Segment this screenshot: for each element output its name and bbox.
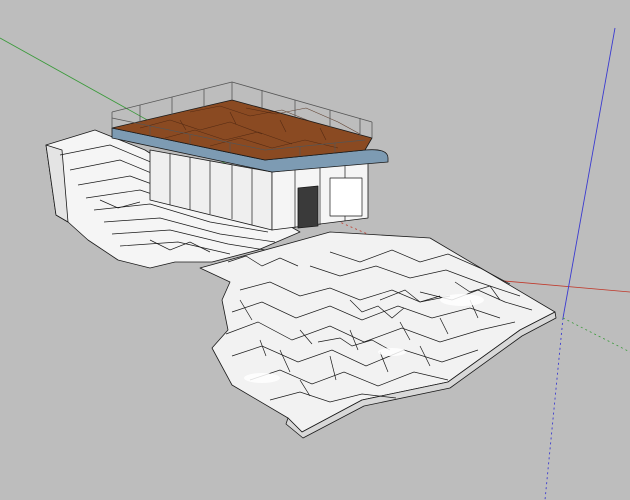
scene-canvas[interactable] [0, 0, 630, 500]
blue-axis-dotted [544, 317, 564, 500]
doorway [297, 185, 319, 229]
3d-model-viewport[interactable] [0, 0, 630, 500]
green-axis-dotted [562, 317, 630, 353]
window-panel [329, 177, 363, 217]
blue-axis [562, 27, 616, 319]
